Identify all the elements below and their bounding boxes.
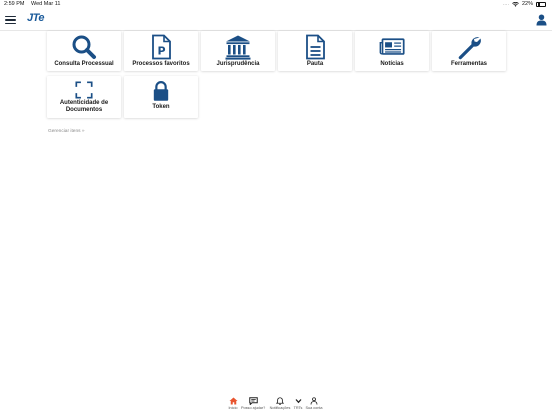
tile-label: Pauta <box>306 61 324 67</box>
tile-label: Autenticidade de Documentos <box>59 100 109 113</box>
tile-jurisprudencia[interactable]: Jurisprudência <box>201 31 275 71</box>
status-date: Wed Mar 11 <box>31 1 61 7</box>
search-icon <box>72 35 96 59</box>
tile-token[interactable]: Token <box>124 76 198 118</box>
tile-label: Jurisprudência <box>216 61 260 67</box>
tile-ferramentas[interactable]: Ferramentas <box>432 31 506 71</box>
signal-indicator: .... <box>502 1 509 7</box>
home-icon <box>229 397 237 405</box>
scan-frame-icon <box>75 81 93 99</box>
manage-items-link[interactable]: Gerenciar itens » <box>48 129 85 134</box>
document-lines-icon <box>306 34 325 60</box>
tile-label: Token <box>152 104 170 110</box>
tile-label: Notícias <box>380 61 404 67</box>
tile-consulta-processual[interactable]: Consulta Processual <box>47 31 121 71</box>
bottom-tab-bar: Início Posso ajudar? Notificações TRTs S… <box>0 395 552 414</box>
tile-label: Ferramentas <box>450 61 488 67</box>
newspaper-icon <box>379 38 405 55</box>
tab-label: Sua conta <box>305 406 323 410</box>
battery-icon <box>536 1 546 7</box>
wrench-icon <box>458 37 481 60</box>
wifi-icon <box>512 1 519 7</box>
status-bar: 2:59 PM Wed Mar 11 .... 22% <box>0 0 552 9</box>
tile-pauta[interactable]: Pauta <box>278 31 352 71</box>
app-header: JTe <box>0 9 552 31</box>
hamburger-menu-icon[interactable] <box>5 16 16 24</box>
chat-icon <box>248 397 258 405</box>
person-icon <box>310 397 318 405</box>
tab-posso-ajudar[interactable]: Posso ajudar? <box>241 397 265 410</box>
tab-sua-conta[interactable]: Sua conta <box>302 397 326 410</box>
battery-percent: 22% <box>521 1 533 7</box>
tile-label: Processos favoritos <box>132 61 190 67</box>
tile-noticias[interactable]: Notícias <box>355 31 429 71</box>
tile-autenticidade-documentos[interactable]: Autenticidade de Documentos <box>47 76 121 118</box>
svg-text:P: P <box>157 45 165 58</box>
user-profile-icon[interactable] <box>536 14 547 26</box>
lock-icon <box>153 81 169 101</box>
status-time: 2:59 PM <box>4 1 25 7</box>
app-logo: JTe <box>27 12 45 24</box>
tile-label: Consulta Processual <box>54 61 114 67</box>
tile-processos-favoritos[interactable]: P Processos favoritos <box>124 31 198 71</box>
document-p-icon: P <box>152 34 171 60</box>
bell-icon <box>276 397 284 405</box>
chevron-down-icon <box>295 399 301 404</box>
courthouse-icon <box>225 35 251 60</box>
tab-label: Posso ajudar? <box>241 406 266 410</box>
